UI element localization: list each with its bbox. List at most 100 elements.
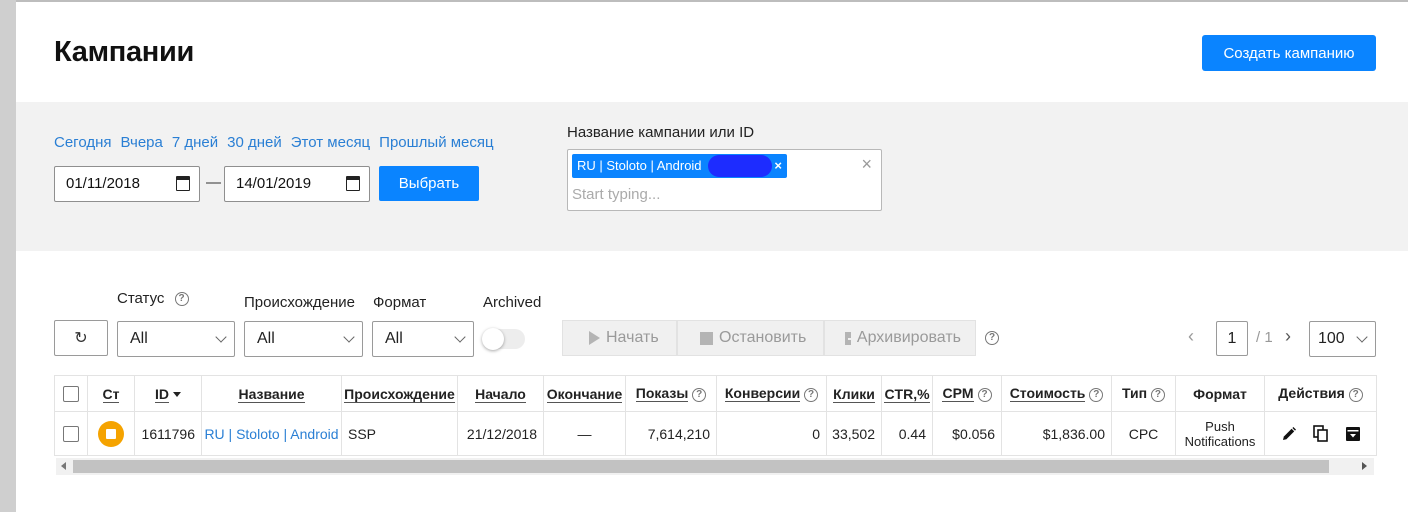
question-icon[interactable]: ? [804,387,819,402]
status-label-text: Статус [117,290,165,307]
horizontal-scrollbar[interactable] [56,458,1374,475]
status-select[interactable]: All [117,321,235,357]
header-select-all[interactable] [54,375,88,412]
archive-icon[interactable] [1345,426,1361,442]
header-origin-label: Происхождение [344,385,455,403]
question-icon[interactable]: ? [692,387,707,402]
scroll-right-icon[interactable] [1362,462,1367,470]
archived-toggle[interactable] [482,328,525,350]
next-page-icon[interactable]: › [1285,326,1291,347]
campaign-name-link[interactable]: RU | Stoloto | Android [204,426,338,442]
paused-status-icon[interactable] [98,420,124,447]
range-yesterday[interactable]: Вчера [121,134,163,151]
archive-button[interactable]: Архивировать [824,320,976,356]
format-filter-label: Формат [373,294,427,311]
header-format-label: Формат [1193,385,1247,402]
row-format-line2: Notifications [1184,433,1256,449]
row-actions [1264,411,1377,456]
play-icon [589,331,600,345]
calendar-icon[interactable] [176,176,190,191]
redaction-mark [708,155,772,177]
range-this-month[interactable]: Этот месяц [291,134,370,151]
start-button-label: Начать [606,329,659,346]
campaign-search-input[interactable] [572,183,872,205]
row-origin: SSP [341,411,458,456]
header-origin[interactable]: Происхождение [341,375,458,412]
row-ctr: 0.44 [881,411,933,456]
date-from-value: 01/11/2018 [66,175,140,192]
archive-button-label: Архивировать [856,329,961,346]
origin-filter-label: Происхождение [244,294,355,311]
row-status-cell [87,411,135,456]
refresh-button[interactable]: ↻ [54,320,108,356]
question-icon[interactable]: ? [1348,387,1363,402]
start-button[interactable]: Начать [562,320,677,356]
stop-button[interactable]: Остановить [677,320,824,356]
pencil-icon[interactable] [1281,426,1297,442]
page-header: Кампании Создать кампанию [16,2,1408,102]
create-campaign-button[interactable]: Создать кампанию [1202,35,1376,71]
table-header-row: Ст ID Название Происхождение Начало Окон… [54,375,1377,412]
question-icon[interactable]: ? [1150,387,1165,402]
copy-icon[interactable] [1312,425,1329,442]
row-start: 21/12/2018 [457,411,544,456]
archived-label: Archived [483,294,542,311]
range-30-days[interactable]: 30 дней [227,134,282,151]
date-to-input[interactable]: 14/01/2019 [224,166,370,202]
header-start[interactable]: Начало [457,375,544,412]
header-format: Формат [1175,375,1265,412]
header-end[interactable]: Окончание [543,375,626,412]
header-impressions[interactable]: Показы ? [625,375,717,412]
row-checkbox[interactable] [63,426,79,443]
scrollbar-thumb[interactable] [73,460,1329,473]
date-separator: — [206,174,221,191]
format-select[interactable]: All [372,321,474,357]
previous-page-icon[interactable]: ‹ [1188,326,1194,347]
format-select-value: All [385,330,403,347]
header-name-label: Название [238,385,305,403]
header-conversions[interactable]: Конверсии ? [716,375,827,412]
row-impressions: 7,614,210 [625,411,717,456]
header-cost[interactable]: Стоимость ? [1001,375,1112,412]
campaign-search-box[interactable]: RU | Stoloto | Android × × [567,149,882,211]
header-status[interactable]: Ст [87,375,135,412]
refresh-icon: ↻ [74,330,88,347]
per-page-value: 100 [1318,330,1345,347]
calendar-icon[interactable] [346,176,360,191]
row-format: Push Notifications [1175,411,1265,456]
header-type-label: Тип [1122,385,1148,402]
row-cpm: $0.056 [932,411,1002,456]
row-id: 1611796 [134,411,202,456]
chevron-down-icon [454,331,466,343]
question-icon[interactable]: ? [1089,387,1104,402]
campaign-search-label: Название кампании или ID [567,124,755,141]
range-last-month[interactable]: Прошлый месяц [379,134,493,151]
header-id[interactable]: ID [134,375,202,412]
question-icon[interactable]: ? [174,292,189,307]
range-today[interactable]: Сегодня [54,134,112,151]
question-icon[interactable]: ? [985,331,999,345]
header-ctr[interactable]: CTR,% [881,375,933,412]
campaigns-table: Ст ID Название Происхождение Начало Окон… [54,375,1377,456]
origin-select[interactable]: All [244,321,363,357]
header-ctr-label: CTR,% [884,385,930,403]
header-end-label: Окончание [546,385,623,403]
scroll-left-icon[interactable] [61,462,66,470]
clear-search-icon[interactable]: × [861,154,872,175]
date-from-input[interactable]: 01/11/2018 [54,166,200,202]
stop-icon [700,331,713,345]
current-page-input[interactable]: 1 [1216,321,1248,356]
archive-icon [845,331,855,345]
header-cpm[interactable]: CPM ? [932,375,1002,412]
select-all-checkbox[interactable] [63,386,79,403]
header-name[interactable]: Название [201,375,342,412]
apply-date-button[interactable]: Выбрать [379,166,479,201]
page-total: / 1 [1256,329,1273,346]
per-page-select[interactable]: 100 [1309,321,1376,357]
remove-tag-icon[interactable]: × [774,154,782,178]
question-icon[interactable]: ? [977,387,992,402]
status-select-value: All [130,330,148,347]
range-7-days[interactable]: 7 дней [172,134,218,151]
row-select-cell[interactable] [54,411,88,456]
header-clicks[interactable]: Клики [826,375,882,412]
